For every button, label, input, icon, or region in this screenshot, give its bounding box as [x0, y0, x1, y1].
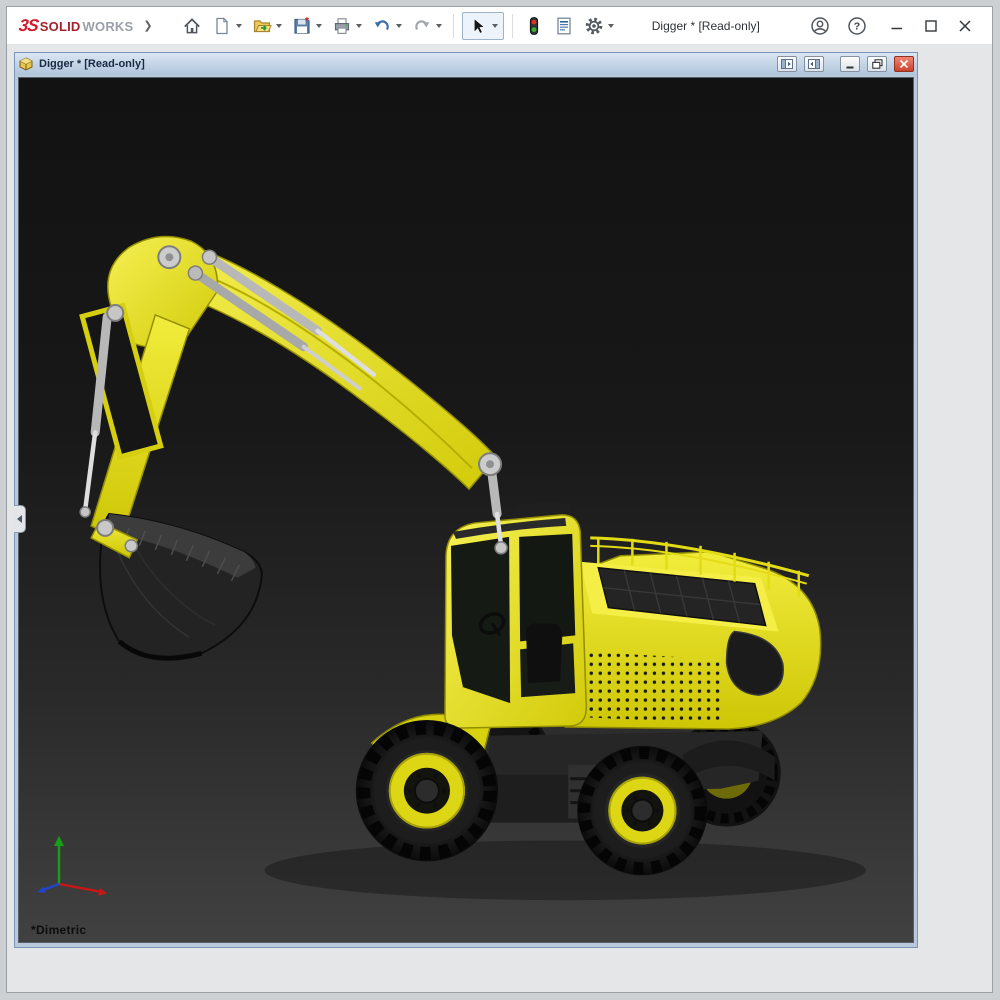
maximize-button[interactable]	[920, 15, 942, 37]
new-document-icon	[212, 16, 232, 36]
new-document-button[interactable]	[209, 12, 245, 40]
undo-dropdown-caret[interactable]	[396, 24, 402, 28]
graphics-area[interactable]: *Dimetric	[18, 77, 914, 943]
main-titlebar: 3S SOLIDWORKS ❯	[7, 7, 992, 45]
quick-access-toolbar: *	[179, 12, 617, 40]
new-document-dropdown-caret[interactable]	[236, 24, 242, 28]
print-button[interactable]	[329, 12, 365, 40]
options-dropdown-caret[interactable]	[608, 24, 614, 28]
redo-button[interactable]	[409, 12, 445, 40]
document-window: Digger * [Read-only]	[14, 52, 918, 948]
wheel-rear[interactable]	[577, 746, 707, 875]
featuremanager-collapse-tab[interactable]	[14, 505, 26, 533]
select-tool-button[interactable]	[462, 12, 504, 40]
bucket[interactable]	[91, 514, 262, 659]
part-document-icon	[19, 57, 33, 71]
solidworks-logo: 3S SOLIDWORKS	[19, 16, 133, 36]
document-minimize-icon	[845, 60, 855, 69]
wheel-front[interactable]	[356, 720, 498, 861]
triad-z-axis	[37, 884, 59, 893]
brand-text-works: WORKS	[83, 19, 134, 34]
toolbar-separator	[453, 14, 454, 38]
help-icon: ?	[847, 16, 867, 36]
select-dropdown-caret[interactable]	[492, 24, 498, 28]
brand-text-solid: SOLID	[40, 19, 81, 34]
toolbar-separator	[512, 14, 513, 38]
pane-toggle-left-button[interactable]	[777, 56, 797, 72]
performance-lights-button[interactable]	[521, 12, 547, 40]
pane-toggle-left-icon	[781, 59, 793, 69]
open-button[interactable]	[249, 12, 285, 40]
triad-x-axis	[59, 884, 107, 896]
maximize-icon	[925, 20, 937, 32]
cab[interactable]	[445, 502, 586, 728]
traffic-light-icon	[524, 16, 544, 36]
ground-shadow	[265, 840, 866, 900]
client-area: Digger * [Read-only]	[7, 46, 992, 992]
home-button[interactable]	[179, 12, 205, 40]
user-account-button[interactable]	[809, 15, 831, 37]
document-titlebar[interactable]: Digger * [Read-only]	[15, 53, 917, 75]
upper-body[interactable]	[550, 538, 820, 729]
svg-text:?: ?	[854, 20, 860, 32]
home-icon	[182, 16, 202, 36]
save-icon: *	[292, 16, 312, 36]
gear-icon	[584, 16, 604, 36]
document-title: Digger * [Read-only]	[39, 58, 145, 70]
document-close-button[interactable]	[894, 56, 914, 72]
open-icon	[252, 16, 272, 36]
file-properties-button[interactable]	[551, 12, 577, 40]
excavator-model[interactable]	[19, 78, 913, 942]
options-button[interactable]	[581, 12, 617, 40]
pane-toggle-right-button[interactable]	[804, 56, 824, 72]
main-window-title: Digger * [Read-only]	[652, 19, 760, 33]
document-restore-icon	[872, 59, 883, 69]
menu-expand-chevron[interactable]: ❯	[143, 19, 152, 32]
help-button[interactable]: ?	[846, 15, 868, 37]
3ds-logo-icon: 3S	[18, 16, 40, 36]
view-orientation-label: *Dimetric	[31, 923, 86, 937]
triad-y-axis	[54, 836, 64, 884]
user-account-icon	[810, 16, 830, 36]
minimize-icon	[891, 20, 903, 32]
document-restore-button[interactable]	[867, 56, 887, 72]
redo-dropdown-caret[interactable]	[436, 24, 442, 28]
undo-button[interactable]	[369, 12, 405, 40]
open-dropdown-caret[interactable]	[276, 24, 282, 28]
close-button[interactable]	[954, 15, 976, 37]
file-properties-icon	[554, 16, 574, 36]
pane-toggle-right-icon	[808, 59, 820, 69]
save-dropdown-caret[interactable]	[316, 24, 322, 28]
svg-text:*: *	[305, 16, 309, 27]
print-dropdown-caret[interactable]	[356, 24, 362, 28]
close-icon	[959, 20, 971, 32]
print-icon	[332, 16, 352, 36]
collapse-left-arrow-icon	[17, 515, 22, 523]
save-button[interactable]: *	[289, 12, 325, 40]
minimize-button[interactable]	[886, 15, 908, 37]
boom-arm[interactable]	[80, 236, 507, 553]
document-close-icon	[899, 59, 909, 69]
redo-icon	[412, 16, 432, 36]
solidworks-main-window: 3S SOLIDWORKS ❯	[6, 6, 993, 993]
undo-icon	[372, 16, 392, 36]
document-minimize-button[interactable]	[840, 56, 860, 72]
select-arrow-icon	[468, 16, 488, 36]
orientation-triad[interactable]	[27, 828, 117, 898]
